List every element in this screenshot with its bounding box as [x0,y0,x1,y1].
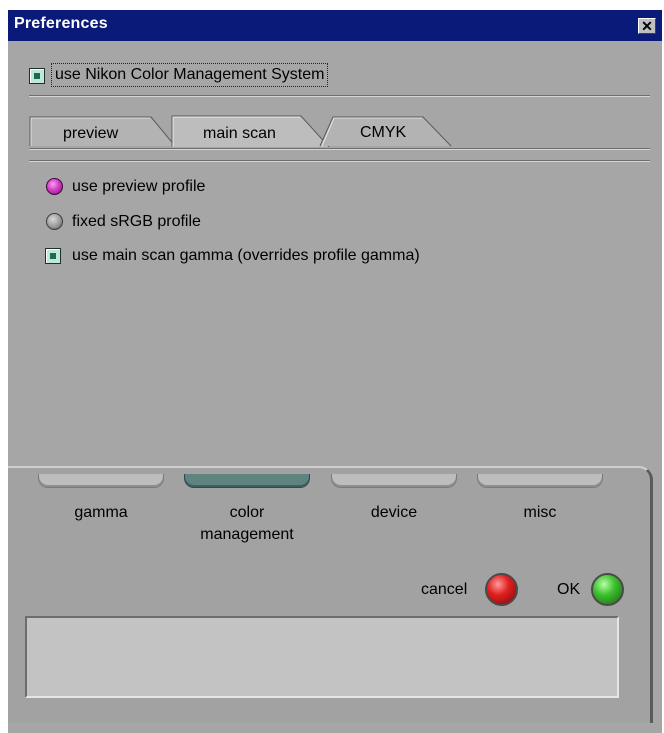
nav-color-management-label[interactable]: color management [184,502,310,546]
tab-main-scan-label: main scan [203,125,276,142]
tab-baseline [29,161,650,162]
nav-gamma-tab[interactable] [38,474,164,488]
tab-baseline [29,149,650,150]
preview-profile-radio[interactable] [46,178,63,195]
nav-misc-label[interactable]: misc [477,502,603,524]
tab-cmyk-label: CMYK [360,124,407,141]
cms-label[interactable]: use Nikon Color Management System [51,63,329,87]
nav-misc-tab[interactable] [477,474,603,488]
nav-color-line2: management [200,526,294,543]
preview-profile-label[interactable]: use preview profile [72,178,205,196]
tab-cmyk[interactable]: CMYK [319,113,455,147]
cancel-button[interactable] [485,573,518,606]
cms-checkbox[interactable] [29,68,45,84]
srgb-profile-radio[interactable] [46,213,63,230]
nav-color-management-tab[interactable] [184,474,310,488]
ok-label[interactable]: OK [557,581,580,599]
main-scan-gamma-checkbox[interactable] [45,248,61,264]
tab-preview-label: preview [63,125,119,142]
nav-device-tab[interactable] [331,474,457,488]
tab-preview[interactable]: preview [29,113,177,147]
tab-main-scan[interactable]: main scan [171,113,331,147]
close-icon: ✕ [641,18,653,34]
ok-button[interactable] [591,573,624,606]
nav-color-line1: color [229,504,265,521]
main-scan-gamma-label[interactable]: use main scan gamma (overrides profile g… [72,247,420,265]
divider [29,96,650,97]
status-box [25,616,619,698]
close-button[interactable]: ✕ [638,18,656,34]
nav-gamma-label[interactable]: gamma [38,502,164,524]
cancel-label[interactable]: cancel [421,581,467,599]
window-title: Preferences [14,15,108,32]
title-bar: Preferences ✕ [8,10,662,41]
nav-device-label[interactable]: device [331,502,457,524]
srgb-profile-label[interactable]: fixed sRGB profile [72,213,201,231]
